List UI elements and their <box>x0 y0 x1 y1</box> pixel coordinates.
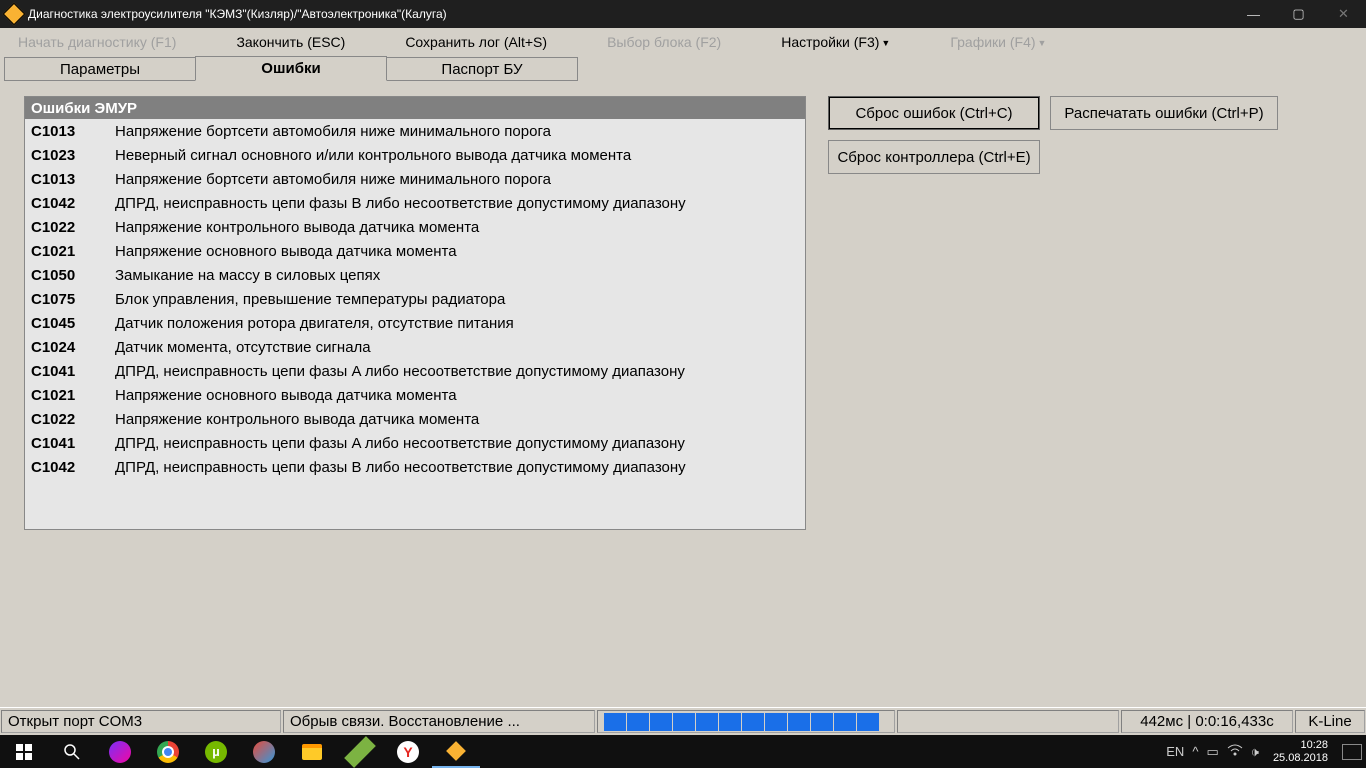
error-row[interactable]: C1021Напряжение основного вывода датчика… <box>25 383 805 407</box>
chevron-down-icon: ▼ <box>881 38 890 48</box>
error-code: C1042 <box>25 195 115 212</box>
error-row[interactable]: C1013Напряжение бортсети автомобиля ниже… <box>25 167 805 191</box>
error-row[interactable]: C1021Напряжение основного вывода датчика… <box>25 239 805 263</box>
button-panel: Сброс ошибок (Ctrl+C) Распечатать ошибки… <box>828 96 1346 174</box>
error-description: ДПРД, неисправность цепи фазы A либо нес… <box>115 363 805 380</box>
error-description: Блок управления, превышение температуры … <box>115 291 805 308</box>
error-code: C1013 <box>25 123 115 140</box>
tray-clock[interactable]: 10:2825.08.2018 <box>1267 739 1334 764</box>
error-code: C1021 <box>25 387 115 404</box>
volume-icon[interactable]: 🕩 <box>1251 744 1259 760</box>
utorrent-icon[interactable]: µ <box>192 735 240 768</box>
sims-icon[interactable] <box>336 735 384 768</box>
status-progress <box>597 710 895 733</box>
diagnostic-app-icon[interactable] <box>432 735 480 768</box>
error-description: Напряжение контрольного вывода датчика м… <box>115 411 805 428</box>
error-row[interactable]: C1045Датчик положения ротора двигателя, … <box>25 311 805 335</box>
error-row[interactable]: C1050Замыкание на массу в силовых цепях <box>25 263 805 287</box>
error-list-header: Ошибки ЭМУР <box>25 97 805 119</box>
error-description: Датчик момента, отсутствие сигнала <box>115 339 805 356</box>
error-description: Напряжение бортсети автомобиля ниже мини… <box>115 123 805 140</box>
error-code: C1022 <box>25 411 115 428</box>
error-description: Неверный сигнал основного и/или контроль… <box>115 147 805 164</box>
error-row[interactable]: C1022Напряжение контрольного вывода датч… <box>25 215 805 239</box>
menu-settings[interactable]: Настройки (F3)▼ <box>781 34 890 50</box>
error-row[interactable]: C1024Датчик момента, отсутствие сигнала <box>25 335 805 359</box>
maximize-button[interactable]: ▢ <box>1276 0 1321 28</box>
app-icon <box>3 3 26 26</box>
error-description: Напряжение бортсети автомобиля ниже мини… <box>115 171 805 188</box>
tab-parameters[interactable]: Параметры <box>4 57 196 81</box>
window-title: Диагностика электроусилителя "КЭМЗ"(Кизл… <box>28 7 447 21</box>
status-bar: Открыт порт COM3 Обрыв связи. Восстановл… <box>0 707 1366 735</box>
action-center-icon[interactable] <box>1342 744 1362 760</box>
chevron-down-icon: ▼ <box>1038 38 1047 48</box>
error-row[interactable]: C1042ДПРД, неисправность цепи фазы B либ… <box>25 455 805 479</box>
tab-errors[interactable]: Ошибки <box>195 56 387 81</box>
menubar: Начать диагностику (F1) Закончить (ESC) … <box>0 28 1366 56</box>
search-icon[interactable] <box>48 735 96 768</box>
content-area: Ошибки ЭМУР C1013Напряжение бортсети авт… <box>0 81 1366 707</box>
error-description: Замыкание на массу в силовых цепях <box>115 267 805 284</box>
yandex-icon[interactable]: Y <box>384 735 432 768</box>
error-table: C1013Напряжение бортсети автомобиля ниже… <box>25 119 805 479</box>
clear-errors-button[interactable]: Сброс ошибок (Ctrl+C) <box>828 96 1040 130</box>
chrome-icon[interactable] <box>144 735 192 768</box>
menu-save-log[interactable]: Сохранить лог (Alt+S) <box>405 34 547 50</box>
status-protocol: K-Line <box>1295 710 1365 733</box>
status-timing: 442мс | 0:0:16,433с <box>1121 710 1293 733</box>
error-code: C1023 <box>25 147 115 164</box>
tray-up-icon[interactable]: ^ <box>1192 744 1198 759</box>
error-row[interactable]: C1013Напряжение бортсети автомобиля ниже… <box>25 119 805 143</box>
error-row[interactable]: C1041ДПРД, неисправность цепи фазы A либ… <box>25 359 805 383</box>
error-row[interactable]: C1023Неверный сигнал основного и/или кон… <box>25 143 805 167</box>
status-connection: Обрыв связи. Восстановление ... <box>283 710 595 733</box>
status-port: Открыт порт COM3 <box>1 710 281 733</box>
error-row[interactable]: C1022Напряжение контрольного вывода датч… <box>25 407 805 431</box>
error-code: C1041 <box>25 435 115 452</box>
ccleaner-icon[interactable] <box>240 735 288 768</box>
taskbar: µ Y EN ^ ▭ 🕩 10:2825.08.2018 <box>0 735 1366 768</box>
tab-passport[interactable]: Паспорт БУ <box>386 57 578 81</box>
titlebar: Диагностика электроусилителя "КЭМЗ"(Кизл… <box>0 0 1366 28</box>
error-description: ДПРД, неисправность цепи фазы B либо нес… <box>115 195 805 212</box>
start-button[interactable] <box>0 735 48 768</box>
error-description: Датчик положения ротора двигателя, отсут… <box>115 315 805 332</box>
error-description: Напряжение основного вывода датчика моме… <box>115 387 805 404</box>
error-code: C1041 <box>25 363 115 380</box>
menu-start-diagnostic: Начать диагностику (F1) <box>18 34 176 50</box>
error-code: C1075 <box>25 291 115 308</box>
error-code: C1021 <box>25 243 115 260</box>
tabstrip: Параметры Ошибки Паспорт БУ <box>0 56 1366 81</box>
error-row[interactable]: C1075Блок управления, превышение темпера… <box>25 287 805 311</box>
error-code: C1045 <box>25 315 115 332</box>
error-code: C1022 <box>25 219 115 236</box>
system-tray: EN ^ ▭ 🕩 10:2825.08.2018 <box>1166 739 1366 764</box>
explorer-icon[interactable] <box>288 735 336 768</box>
menu-charts: Графики (F4)▼ <box>950 34 1046 50</box>
print-errors-button[interactable]: Распечатать ошибки (Ctrl+P) <box>1050 96 1278 130</box>
clear-controller-button[interactable]: Сброс контроллера (Ctrl+E) <box>828 140 1040 174</box>
close-button[interactable]: ✕ <box>1321 0 1366 28</box>
minimize-button[interactable]: — <box>1231 0 1276 28</box>
error-code: C1042 <box>25 459 115 476</box>
wifi-icon[interactable] <box>1227 744 1243 759</box>
error-list-box: Ошибки ЭМУР C1013Напряжение бортсети авт… <box>24 96 806 530</box>
error-description: Напряжение основного вывода датчика моме… <box>115 243 805 260</box>
error-row[interactable]: C1042ДПРД, неисправность цепи фазы B либ… <box>25 191 805 215</box>
menu-finish[interactable]: Закончить (ESC) <box>236 34 345 50</box>
menu-select-block: Выбор блока (F2) <box>607 34 721 50</box>
error-description: Напряжение контрольного вывода датчика м… <box>115 219 805 236</box>
error-code: C1013 <box>25 171 115 188</box>
error-description: ДПРД, неисправность цепи фазы B либо нес… <box>115 459 805 476</box>
battery-icon[interactable]: ▭ <box>1206 744 1218 760</box>
error-row[interactable]: C1041ДПРД, неисправность цепи фазы A либ… <box>25 431 805 455</box>
error-code: C1024 <box>25 339 115 356</box>
error-code: C1050 <box>25 267 115 284</box>
tray-language[interactable]: EN <box>1166 744 1184 759</box>
cortana-icon[interactable] <box>96 735 144 768</box>
error-description: ДПРД, неисправность цепи фазы A либо нес… <box>115 435 805 452</box>
